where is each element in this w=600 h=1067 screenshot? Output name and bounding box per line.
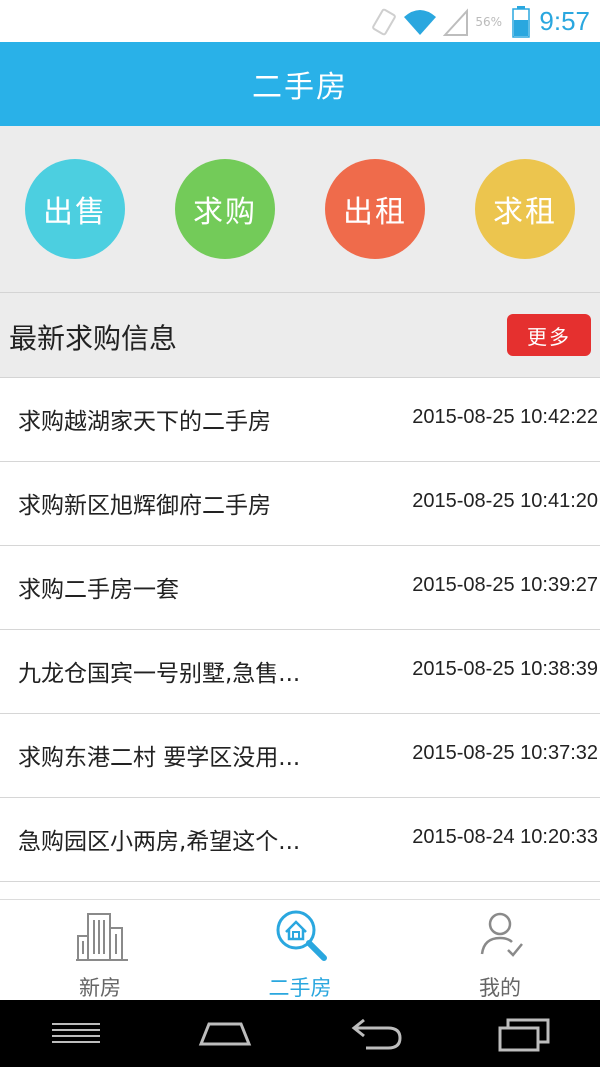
- page-title: 二手房: [252, 70, 348, 105]
- listing-date: 2015-08-25 10:37:32: [412, 742, 598, 764]
- user-icon: [480, 912, 523, 957]
- category-bar: 出售 求购 出租 求租: [0, 126, 600, 293]
- signal-icon: [443, 8, 469, 36]
- bottom-tab-bar: 新房 二手房 我的: [0, 899, 600, 1001]
- list-item[interactable]: 求购越湖家天下的二手房 2015-08-25 10:42:22: [0, 378, 600, 462]
- tab-second-hand[interactable]: 二手房: [200, 900, 400, 1001]
- listing-title: 求购新区旭辉御府二手房: [18, 493, 271, 519]
- status-icons: 56%: [371, 6, 530, 38]
- listing-date: 2015-08-25 10:41:20: [412, 490, 598, 512]
- more-button[interactable]: 更多: [507, 314, 591, 356]
- recents-icon[interactable]: [494, 1014, 554, 1054]
- tab-label: 新房: [79, 976, 121, 1000]
- category-label: 求购: [193, 195, 257, 230]
- listing-title: 急购园区小两房,希望这个...: [18, 829, 301, 855]
- listing-title: 九龙仓国宾一号别墅,急售...: [18, 661, 301, 687]
- listing-date: 2015-08-24 10:20:33: [412, 826, 598, 848]
- menu-icon[interactable]: [46, 1014, 106, 1054]
- listing-date: 2015-08-25 10:38:39: [412, 658, 598, 680]
- category-label: 求租: [493, 195, 557, 230]
- list-item[interactable]: 求购东港二村 要学区没用... 2015-08-25 10:37:32: [0, 714, 600, 798]
- house-search-icon: [276, 910, 327, 961]
- status-bar: 56% 9:57: [0, 0, 600, 42]
- app-header: 二手房: [0, 42, 600, 126]
- tab-mine[interactable]: 我的: [400, 900, 600, 1001]
- listing-title: 求购二手房一套: [18, 577, 179, 603]
- tab-new-homes[interactable]: 新房: [0, 900, 200, 1001]
- system-nav-bar: [0, 1000, 600, 1067]
- category-rent-out-button[interactable]: 出租: [325, 159, 425, 259]
- category-label: 出售: [43, 195, 107, 230]
- back-icon[interactable]: [346, 1014, 406, 1054]
- list-item[interactable]: 急购园区小两房,希望这个... 2015-08-24 10:20:33: [0, 798, 600, 882]
- listing-title: 求购越湖家天下的二手房: [18, 409, 271, 435]
- home-icon[interactable]: [195, 1014, 255, 1054]
- section-title: 最新求购信息: [9, 322, 178, 355]
- listing-date: 2015-08-25 10:39:27: [412, 574, 598, 596]
- listing-list: 求购越湖家天下的二手房 2015-08-25 10:42:22 求购新区旭辉御府…: [0, 378, 600, 882]
- battery-icon: [512, 6, 530, 38]
- tab-label: 二手房: [268, 976, 332, 1000]
- building-icon: [76, 913, 128, 961]
- battery-percent: 56%: [475, 15, 502, 29]
- status-time: 9:57: [539, 6, 590, 36]
- list-item[interactable]: 九龙仓国宾一号别墅,急售... 2015-08-25 10:38:39: [0, 630, 600, 714]
- category-sell-button[interactable]: 出售: [25, 159, 125, 259]
- category-buy-button[interactable]: 求购: [175, 159, 275, 259]
- category-label: 出租: [343, 195, 407, 230]
- listing-title: 求购东港二村 要学区没用...: [18, 745, 301, 771]
- category-seek-rent-button[interactable]: 求租: [475, 159, 575, 259]
- tab-label: 我的: [479, 976, 521, 1000]
- listing-date: 2015-08-25 10:42:22: [412, 406, 598, 428]
- list-item[interactable]: 求购二手房一套 2015-08-25 10:39:27: [0, 546, 600, 630]
- wifi-icon: [404, 10, 437, 35]
- rotate-icon: [372, 8, 397, 36]
- list-item[interactable]: 求购新区旭辉御府二手房 2015-08-25 10:41:20: [0, 462, 600, 546]
- section-header: 最新求购信息 更多: [0, 293, 600, 378]
